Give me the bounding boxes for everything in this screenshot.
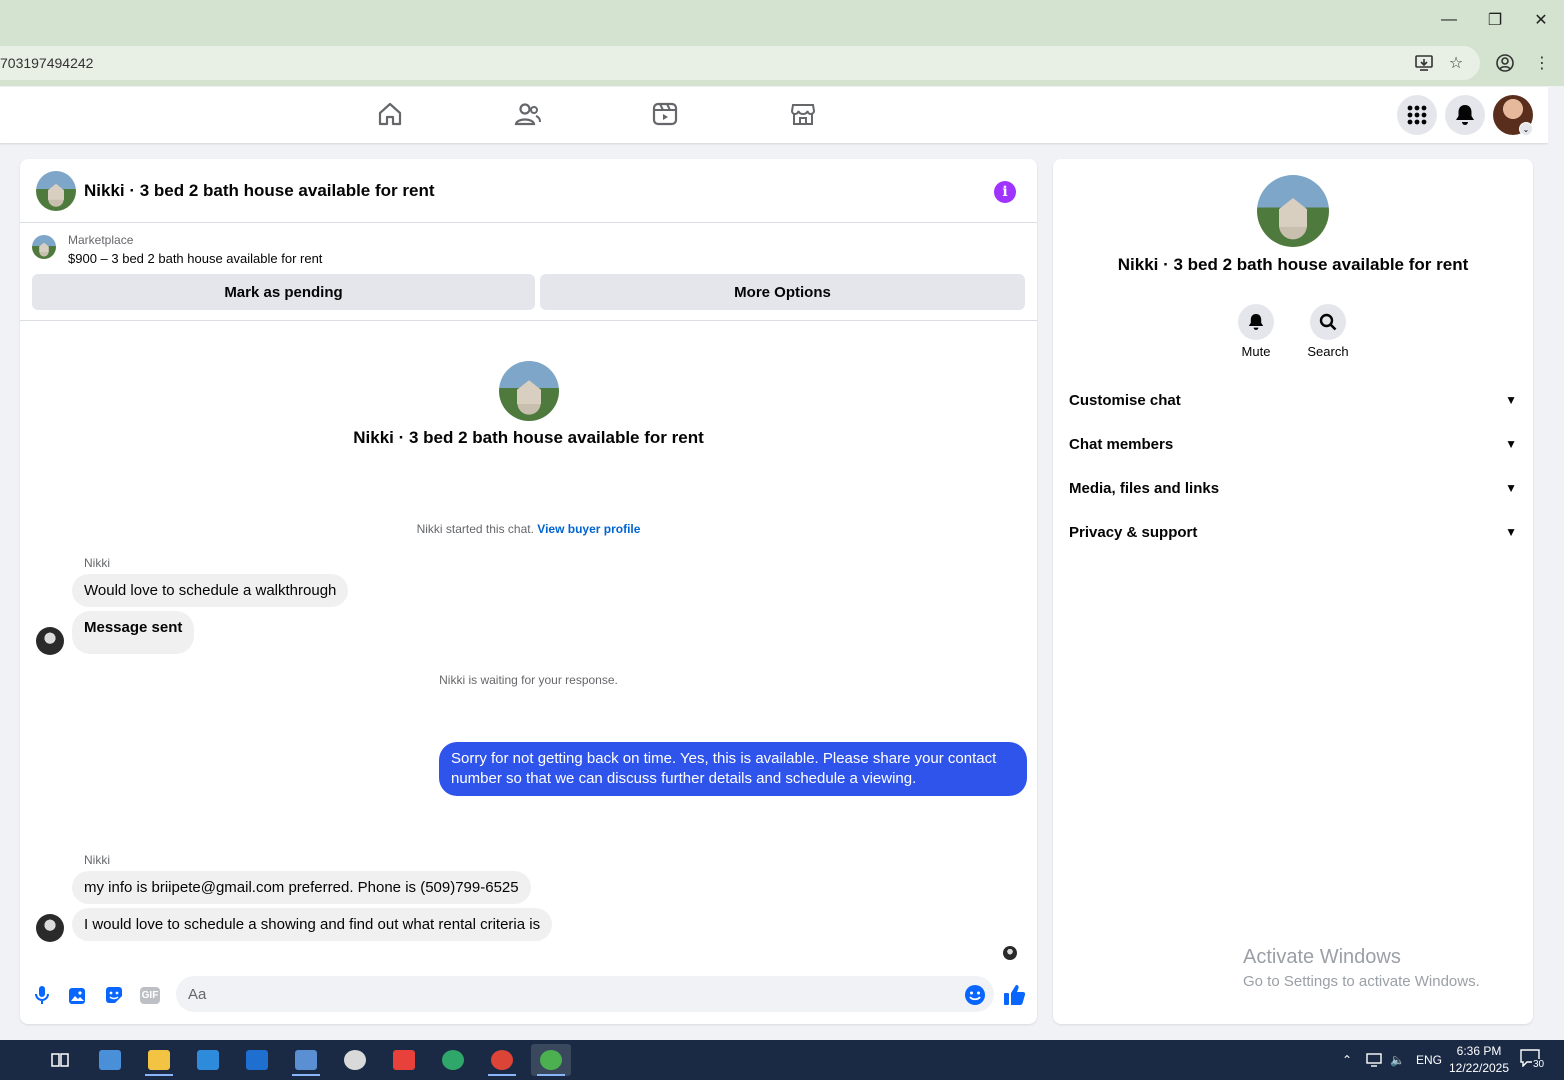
- notification-center-icon[interactable]: 30: [1520, 1049, 1546, 1071]
- language-indicator[interactable]: ENG: [1416, 1040, 1442, 1080]
- volume-icon[interactable]: 🔈: [1390, 1040, 1405, 1080]
- activate-windows-watermark: Activate Windows Go to Settings to activ…: [1243, 946, 1480, 990]
- facebook-top-nav: ⌄: [0, 87, 1548, 143]
- page-scrollbar[interactable]: [1548, 87, 1564, 1040]
- incoming-message[interactable]: I would love to schedule a showing and f…: [72, 908, 553, 941]
- store-icon[interactable]: [188, 1044, 228, 1076]
- friends-icon[interactable]: [513, 99, 543, 129]
- sender-name: Nikki: [84, 853, 110, 867]
- restore-button[interactable]: ❐: [1483, 8, 1507, 32]
- gif-icon[interactable]: GIF: [138, 983, 162, 1007]
- anydesk-icon[interactable]: [384, 1044, 424, 1076]
- menu-grid-icon[interactable]: [1397, 95, 1437, 135]
- this-pc-icon[interactable]: [90, 1044, 130, 1076]
- chrome-icon[interactable]: [482, 1044, 522, 1076]
- chat-header: Nikki · 3 bed 2 bath house available for…: [20, 159, 1037, 223]
- search-button[interactable]: [1310, 304, 1346, 340]
- info-icon[interactable]: i: [994, 181, 1016, 203]
- section-chat-members[interactable]: Chat members ▼: [1069, 424, 1517, 464]
- thumbs-up-icon[interactable]: [1003, 983, 1027, 1007]
- listing-thumbnail[interactable]: [32, 235, 56, 259]
- photo-icon[interactable]: [66, 983, 90, 1007]
- message-input[interactable]: [176, 976, 994, 1012]
- section-customise-chat[interactable]: Customise chat ▼: [1069, 380, 1517, 420]
- microphone-icon[interactable]: [30, 983, 54, 1007]
- address-bar: 703197494242 ☆ ⋮: [0, 40, 1564, 86]
- marketplace-label: Marketplace: [68, 233, 134, 247]
- mail-icon[interactable]: [237, 1044, 277, 1076]
- marketplace-listing-bar: Marketplace $900 – 3 bed 2 bath house av…: [20, 223, 1037, 321]
- windows-taskbar: ⌃ 🔈 ENG 6:36 PM 12/22/2025 30: [0, 1040, 1564, 1080]
- conversation-large-avatar: [499, 361, 559, 421]
- seen-receipt-avatar: [1003, 946, 1017, 960]
- sticker-icon[interactable]: [102, 983, 126, 1007]
- info-panel-title: Nikki · 3 bed 2 bath house available for…: [1117, 255, 1469, 274]
- chevron-down-icon: ▼: [1505, 437, 1517, 451]
- show-hidden-icons-icon[interactable]: ⌃: [1342, 1040, 1352, 1080]
- document-app-icon[interactable]: [286, 1044, 326, 1076]
- conversation-avatar[interactable]: [36, 171, 76, 211]
- view-buyer-profile-link[interactable]: View buyer profile: [537, 522, 640, 536]
- browser-titlebar: — ❐ ✕: [0, 0, 1564, 40]
- sender-avatar[interactable]: [36, 627, 64, 655]
- incoming-message[interactable]: Would love to schedule a walkthrough: [72, 574, 349, 607]
- chevron-down-icon: ▼: [1505, 481, 1517, 495]
- chevron-down-icon: ▼: [1505, 525, 1517, 539]
- outgoing-message[interactable]: Sorry for not getting back on time. Yes,…: [439, 742, 1027, 796]
- minimize-button[interactable]: —: [1437, 8, 1461, 32]
- incoming-message[interactable]: Message sent: [72, 611, 195, 654]
- bookmark-star-icon[interactable]: ☆: [1445, 52, 1467, 74]
- kebab-menu-icon[interactable]: ⋮: [1531, 52, 1553, 74]
- conversation-info-panel: Nikki · 3 bed 2 bath house available for…: [1053, 159, 1533, 1024]
- task-view-icon[interactable]: [40, 1044, 80, 1076]
- sender-avatar[interactable]: [36, 914, 64, 942]
- file-explorer-icon[interactable]: [139, 1044, 179, 1076]
- message-composer: GIF: [20, 969, 1037, 1024]
- mute-label: Mute: [1241, 344, 1271, 359]
- conversation-title: Nikki · 3 bed 2 bath house available for…: [353, 428, 704, 447]
- edge-icon[interactable]: [433, 1044, 473, 1076]
- section-privacy-support[interactable]: Privacy & support ▼: [1069, 512, 1517, 552]
- url-text[interactable]: 703197494242: [0, 55, 93, 71]
- sender-name: Nikki: [84, 556, 110, 570]
- chat-title[interactable]: Nikki · 3 bed 2 bath house available for…: [84, 181, 434, 201]
- chevron-down-icon[interactable]: ⌄: [1519, 122, 1533, 136]
- marketplace-icon[interactable]: [788, 99, 818, 129]
- mute-button[interactable]: [1238, 304, 1274, 340]
- emoji-icon[interactable]: [963, 983, 987, 1007]
- omnibox[interactable]: 703197494242: [0, 46, 1480, 80]
- info-panel-avatar[interactable]: [1257, 175, 1329, 247]
- paint-icon[interactable]: [335, 1044, 375, 1076]
- chevron-down-icon: ▼: [1505, 393, 1517, 407]
- chat-panel: Nikki · 3 bed 2 bath house available for…: [20, 159, 1037, 1024]
- video-icon[interactable]: [650, 99, 680, 129]
- search-label: Search: [1307, 344, 1349, 359]
- incoming-message[interactable]: my info is briipete@gmail.com preferred.…: [72, 871, 531, 904]
- home-icon[interactable]: [375, 99, 405, 129]
- listing-title[interactable]: $900 – 3 bed 2 bath house available for …: [68, 251, 322, 266]
- mark-as-pending-button[interactable]: Mark as pending: [32, 274, 535, 310]
- profile-icon[interactable]: [1494, 52, 1516, 74]
- more-options-button[interactable]: More Options: [540, 274, 1025, 310]
- chrome-profile-icon[interactable]: [531, 1044, 571, 1076]
- waiting-notice: Nikki is waiting for your response.: [439, 673, 618, 687]
- close-button[interactable]: ✕: [1529, 8, 1553, 32]
- chat-started-notice: Nikki started this chat. View buyer prof…: [20, 522, 1037, 536]
- notifications-icon[interactable]: [1445, 95, 1485, 135]
- system-clock[interactable]: 6:36 PM 12/22/2025: [1446, 1043, 1512, 1077]
- chat-started-text: Nikki started this chat.: [416, 522, 534, 536]
- install-app-icon[interactable]: [1413, 52, 1435, 74]
- network-icon[interactable]: [1366, 1040, 1384, 1080]
- section-media-files-links[interactable]: Media, files and links ▼: [1069, 468, 1517, 508]
